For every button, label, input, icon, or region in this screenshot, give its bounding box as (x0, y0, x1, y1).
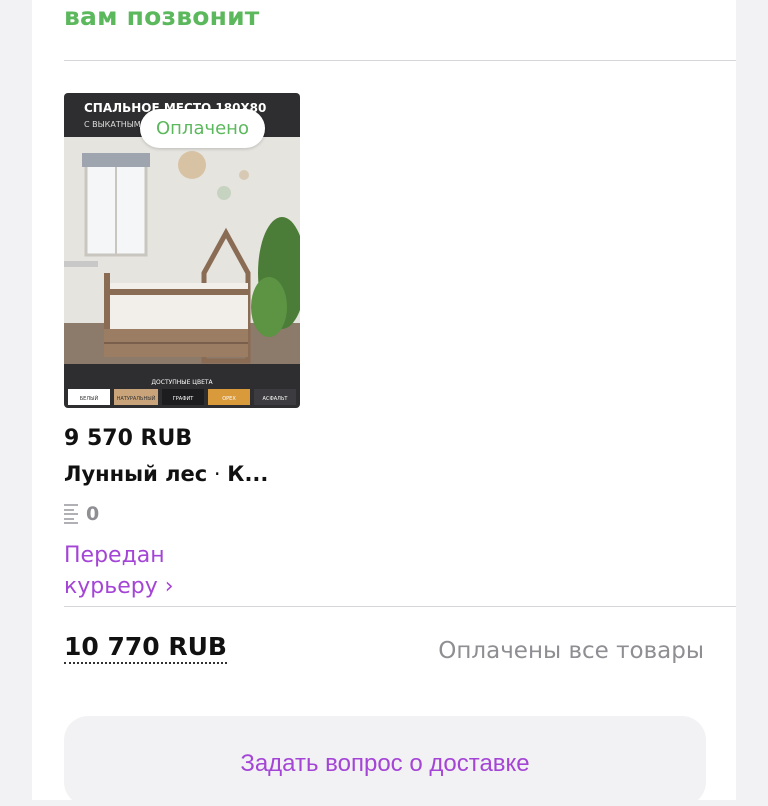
quantity-value: 0 (86, 503, 100, 525)
image-banner-subtitle: С ВЫКАТНЫМИ (84, 120, 147, 129)
top-divider (64, 60, 736, 61)
delivery-status-link[interactable]: Передан курьеру › (64, 540, 264, 602)
product-name-separator: · (207, 462, 228, 486)
payment-status: Оплачены все товары (438, 638, 704, 664)
image-color-3: ГРАФИТ (173, 396, 195, 402)
product-price: 9 570 RUB (64, 426, 193, 451)
bottom-divider (64, 606, 736, 607)
quantity-row: 0 (64, 502, 99, 526)
ask-delivery-button[interactable]: Задать вопрос о доставке (64, 716, 706, 806)
image-color-4: ОРЕХ (222, 396, 236, 402)
callback-text: вам позвонит (64, 2, 260, 31)
product-name-main: Лунный лес (64, 462, 208, 486)
image-color-5: АСФАЛЬТ (263, 396, 289, 402)
image-color-2: НАТУРАЛЬНЫЙ (117, 395, 156, 402)
product-name[interactable]: Лунный лес · К... (64, 462, 268, 486)
product-name-rest: К... (227, 462, 269, 486)
image-color-1: БЕЛЫЙ (80, 395, 99, 402)
paid-badge: Оплачено (140, 109, 265, 148)
order-total[interactable]: 10 770 RUB (64, 632, 227, 664)
ask-delivery-label: Задать вопрос о доставке (240, 750, 530, 777)
image-colors-title: ДОСТУПНЫЕ ЦВЕТА (151, 379, 213, 386)
list-icon (64, 504, 78, 524)
